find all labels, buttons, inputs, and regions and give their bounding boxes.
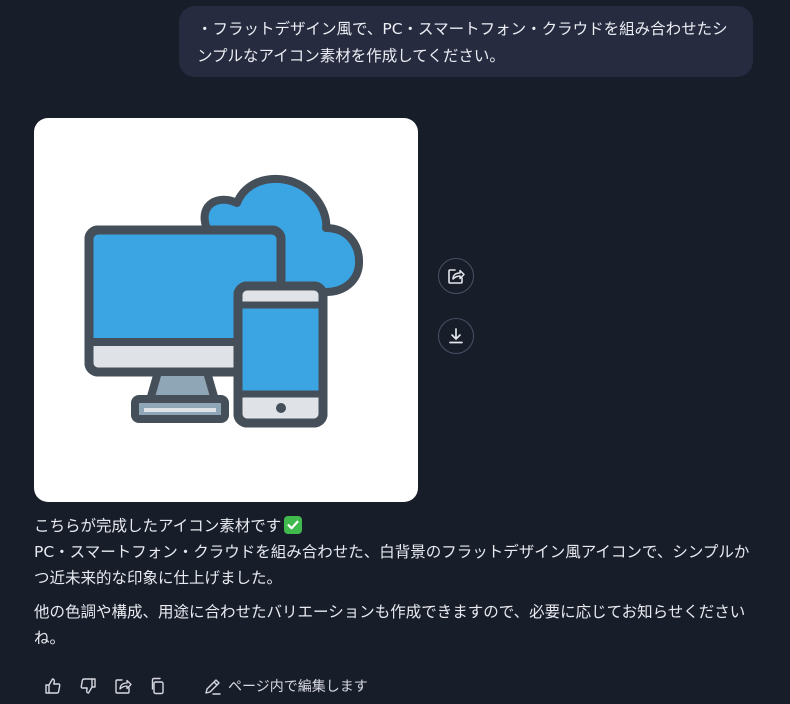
smartphone-icon <box>233 281 328 428</box>
download-icon <box>449 328 463 344</box>
assistant-line-1: こちらが完成したアイコン素材です <box>34 517 282 535</box>
edit-in-page-label: ページ内で編集します <box>228 679 368 695</box>
share-button[interactable] <box>112 675 134 697</box>
generated-image[interactable] <box>34 118 418 502</box>
assistant-line-2: PC・スマートフォン・クラウドを組み合わせた、白背景のフラットデザイン風アイコン… <box>34 543 750 587</box>
assistant-message: こちらが完成したアイコン素材です PC・スマートフォン・クラウドを組み合わせた、… <box>34 513 764 651</box>
assistant-paragraph-1: こちらが完成したアイコン素材です PC・スマートフォン・クラウドを組み合わせた、… <box>34 513 764 591</box>
user-message-bubble: ・フラットデザイン風で、PC・スマートフォン・クラウドを組み合わせたシンプルなア… <box>179 6 753 77</box>
message-action-bar: ページ内で編集します <box>42 673 368 699</box>
assistant-paragraph-2: 他の色調や構成、用途に合わせたバリエーションも作成できますので、必要に応じてお知… <box>34 603 746 647</box>
share-image-button[interactable] <box>438 258 474 294</box>
copy-button[interactable] <box>147 675 169 697</box>
thumbs-down-button[interactable] <box>77 675 99 697</box>
check-mark-icon <box>284 516 303 534</box>
user-message-text: ・フラットデザイン風で、PC・スマートフォン・クラウドを組み合わせたシンプルなア… <box>197 20 728 65</box>
edit-icon <box>205 678 221 695</box>
share-icon <box>448 269 465 284</box>
pc-smartphone-cloud-icon <box>84 174 364 428</box>
chat-page: ・フラットデザイン風で、PC・スマートフォン・クラウドを組み合わせたシンプルなア… <box>0 0 790 704</box>
share-icon <box>115 679 132 694</box>
edit-in-page-button[interactable]: ページ内で編集します <box>203 676 368 696</box>
thumbs-up-icon <box>45 678 61 694</box>
download-image-button[interactable] <box>438 318 474 354</box>
thumbs-up-button[interactable] <box>42 675 64 697</box>
thumbs-down-icon <box>80 678 96 694</box>
copy-icon <box>151 677 164 695</box>
